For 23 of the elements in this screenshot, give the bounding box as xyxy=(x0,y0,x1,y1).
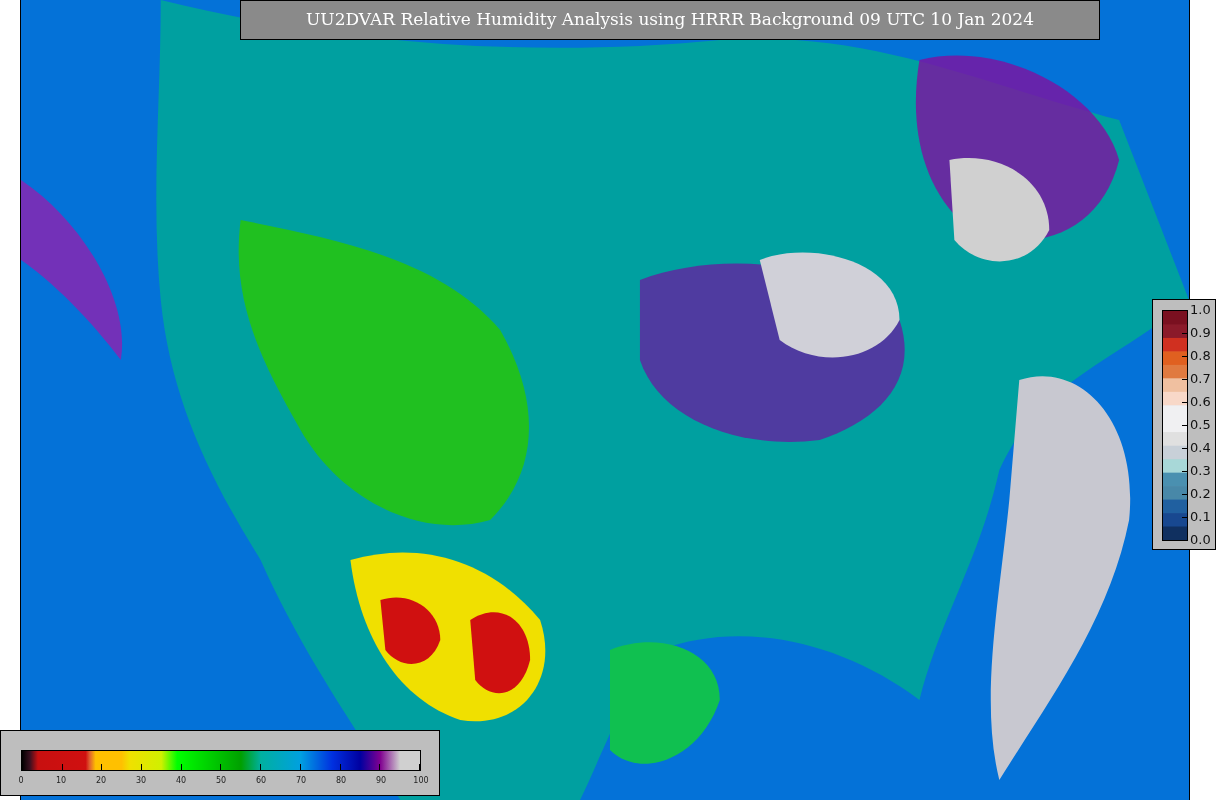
colorbar-tick-label: 1.0 xyxy=(1190,302,1211,318)
colorbar-tick-label: 0.9 xyxy=(1190,325,1211,341)
colorbar-tick-label: 0.0 xyxy=(1190,532,1211,548)
colorbar-tick-label: 20 xyxy=(94,776,108,786)
colorbar-tick-label: 0.8 xyxy=(1190,348,1211,364)
colorbar-tick-label: 0.3 xyxy=(1190,463,1211,479)
colorbar-tick-label: 0 xyxy=(17,776,25,786)
colorbar-tick-label: 0.5 xyxy=(1190,417,1211,433)
colorbar-tick-label: 30 xyxy=(134,776,148,786)
colorbar-tick-label: 0.6 xyxy=(1190,394,1211,410)
colorbar-tick-label: 50 xyxy=(214,776,228,786)
colorbar-tick-label: 0.1 xyxy=(1190,509,1211,525)
colorbar-tick-label: 0.4 xyxy=(1190,440,1211,456)
colorbar-tick-label: 100 xyxy=(412,776,430,786)
colorbar-tick-label: 80 xyxy=(334,776,348,786)
colorbar-tick-label: 90 xyxy=(374,776,388,786)
colorbar-tick-label: 10 xyxy=(54,776,68,786)
colorbar-tick-label: 0.7 xyxy=(1190,371,1211,387)
colorbar-tick-label: 60 xyxy=(254,776,268,786)
colorbar-tick-label: 40 xyxy=(174,776,188,786)
colorbar-tick-label: 0.2 xyxy=(1190,486,1211,502)
colorbar-tick-label: 70 xyxy=(294,776,308,786)
plot-title: UU2DVAR Relative Humidity Analysis using HRRR Background 09 UTC 10 Jan 2024 xyxy=(240,0,1100,40)
